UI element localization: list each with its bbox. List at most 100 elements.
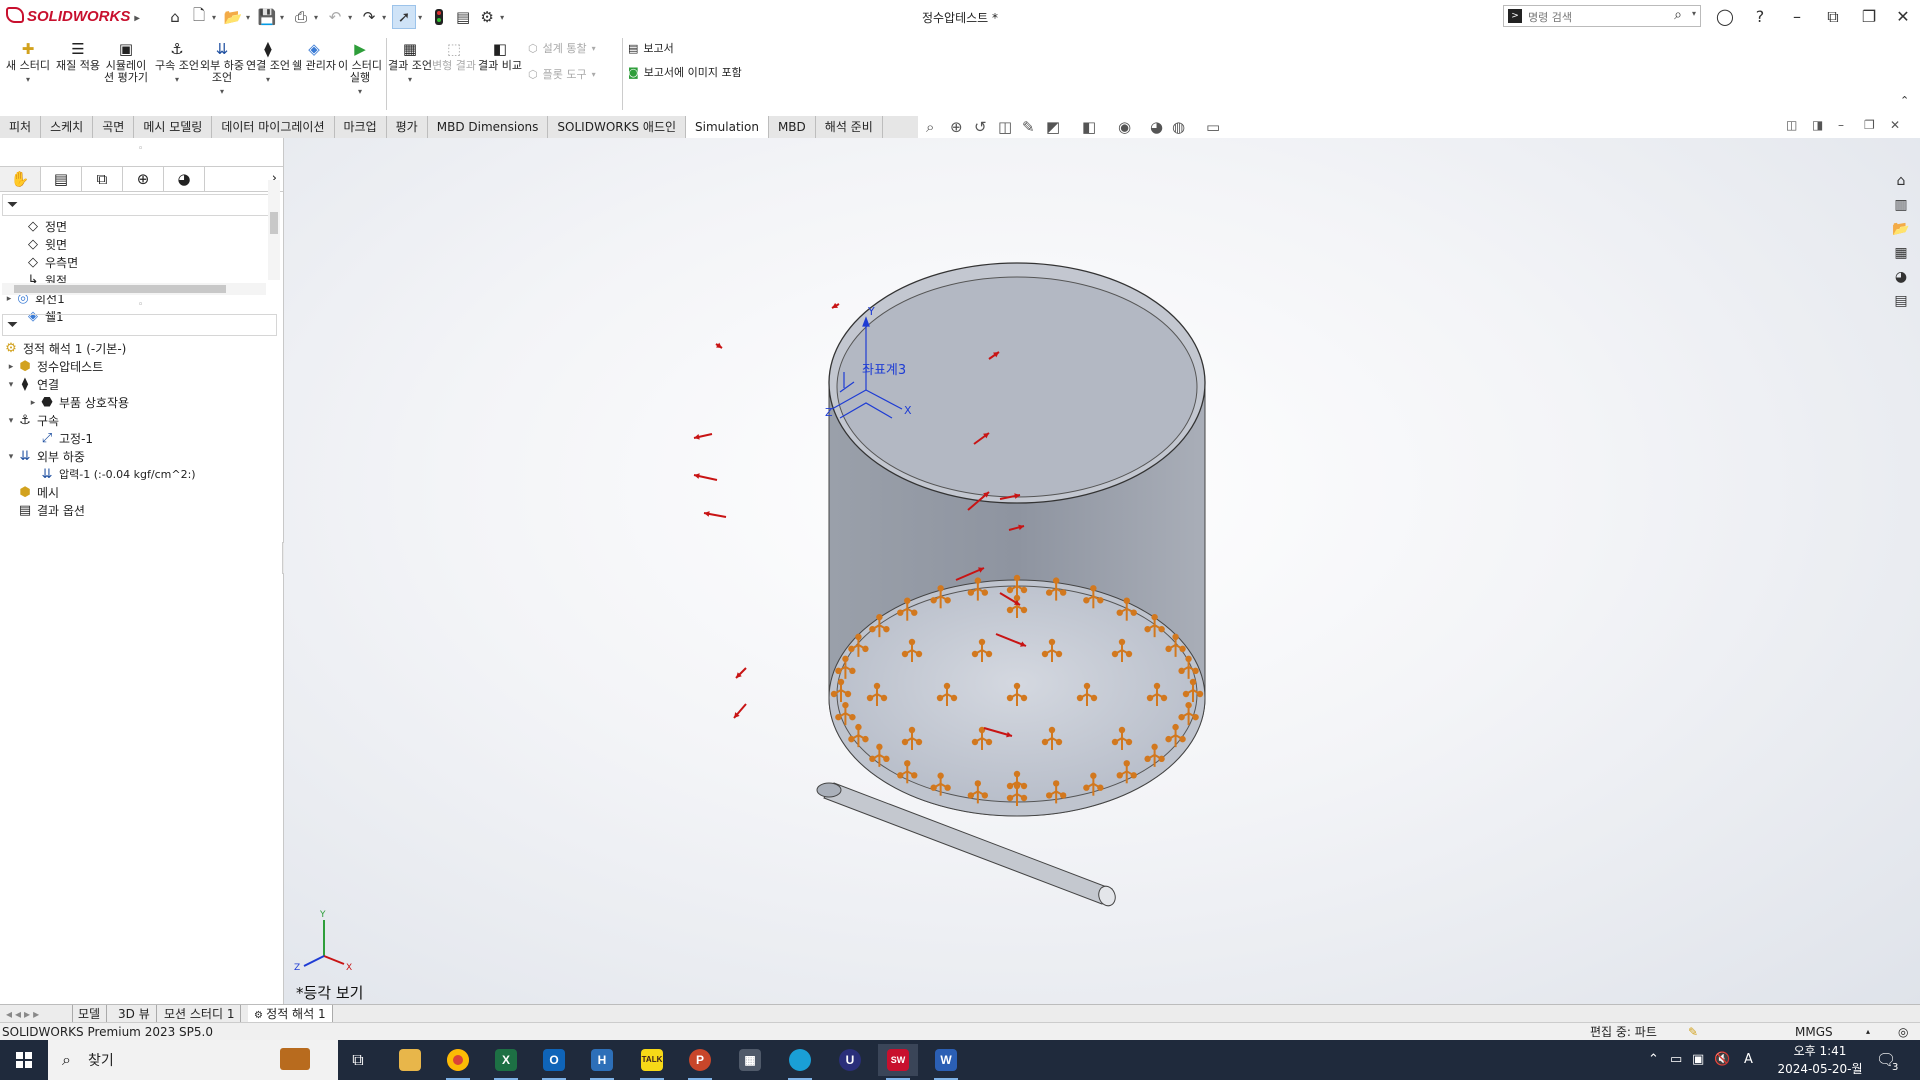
fixtures-advisor-button[interactable]: ⚓ 구속 조언 ▾	[155, 40, 199, 86]
tab-data-migration[interactable]: 데이터 마이그레이션	[212, 116, 335, 138]
feature-manager-tab-icon[interactable]: ✋	[0, 167, 41, 191]
tree-item-external-loads[interactable]: ▾ ⇊ 외부 하중	[6, 448, 85, 466]
chrome-taskbar-icon[interactable]	[438, 1044, 478, 1080]
tab-mbd[interactable]: MBD	[769, 116, 816, 138]
restore-document-icon[interactable]: ❐	[1864, 118, 1875, 132]
collapse-ribbon-icon[interactable]: ⌃	[1900, 94, 1909, 107]
tree-item-fixed-1[interactable]: ⤢ 고정-1	[38, 430, 93, 448]
chevron-down-icon[interactable]: ▾	[1692, 9, 1696, 18]
view-orientation-icon[interactable]: ◩	[1046, 118, 1060, 136]
collapse-arrow-icon[interactable]: ▾	[6, 412, 16, 430]
feature-tree-vertical-scrollbar[interactable]	[268, 180, 280, 280]
task-view-icon[interactable]: ⧉	[338, 1044, 378, 1076]
split-view-icon[interactable]: ◨	[1812, 118, 1823, 132]
search-icon[interactable]: ⌕	[1674, 7, 1682, 23]
word-taskbar-icon[interactable]: W	[926, 1044, 966, 1080]
filter-icon[interactable]: ⏷	[7, 197, 18, 213]
minimize-document-icon[interactable]: –	[1838, 118, 1844, 132]
simulation-evaluator-button[interactable]: ▣ 시뮬레이션 평가기	[104, 40, 148, 84]
tab-surfaces[interactable]: 곡면	[93, 116, 135, 138]
command-search-box[interactable]: > ⌕ ▾	[1503, 5, 1701, 27]
close-document-icon[interactable]: ✕	[1890, 118, 1900, 132]
tree-item-connections[interactable]: ▾ ⧫ 연결	[6, 376, 59, 394]
edge-taskbar-icon[interactable]	[780, 1044, 820, 1080]
shell-manager-button[interactable]: ◈ 쉘 관리자	[292, 40, 336, 72]
tree-item-top-plane[interactable]: ◇ 윗면	[14, 236, 67, 254]
edit-appearance-icon[interactable]: ◕	[1150, 118, 1163, 136]
display-manager-tab-icon[interactable]: ◕	[164, 167, 205, 191]
hide-show-items-icon[interactable]: ◉	[1118, 118, 1131, 136]
file-explorer-taskbar-icon[interactable]	[390, 1044, 430, 1076]
tree-item-static-study[interactable]: ⚙ 정적 해석 1 (-기본-)	[2, 340, 126, 358]
calculator-taskbar-icon[interactable]: ▦	[730, 1044, 770, 1076]
close-window-button[interactable]: ✕	[1888, 4, 1918, 30]
excel-taskbar-icon[interactable]: X	[486, 1044, 526, 1080]
tab-evaluate[interactable]: 평가	[387, 116, 428, 138]
tab-mesh-modeling[interactable]: 메시 모델링	[134, 116, 213, 138]
run-study-button[interactable]: ▶ 이 스터디 실행 ▾	[338, 40, 382, 98]
battery-icon[interactable]: ▭	[1670, 1040, 1682, 1080]
tank-opening[interactable]	[836, 276, 1198, 498]
tile-window-button[interactable]: ⧉	[1818, 4, 1848, 30]
tree-item-fixtures[interactable]: ▾ ⚓ 구속	[6, 412, 59, 430]
search-input[interactable]	[1526, 8, 1670, 26]
appearances-icon[interactable]: ◕	[1890, 266, 1912, 288]
solidworks-taskbar-icon[interactable]: SW	[878, 1044, 918, 1080]
start-button[interactable]	[0, 1040, 48, 1080]
system-clock[interactable]: 오후 1:41 2024-05-20-월	[1770, 1042, 1870, 1078]
tree-item-part[interactable]: ▸ ⬢ 정수압테스트	[6, 358, 104, 376]
chevron-up-icon[interactable]: ▴	[1866, 1023, 1870, 1041]
user-account-icon[interactable]: ◯	[1710, 4, 1740, 30]
feature-tree-filter[interactable]: ⏷	[2, 194, 277, 216]
view-palette-icon[interactable]: ▦	[1890, 242, 1912, 264]
volume-muted-icon[interactable]: 🔇	[1714, 1040, 1730, 1080]
tab-analysis-preparation[interactable]: 해석 준비	[816, 116, 883, 138]
new-study-button[interactable]: ✚ 새 스터디 ▾	[6, 40, 50, 86]
dimxpert-manager-tab-icon[interactable]: ⊕	[123, 167, 164, 191]
hwp-taskbar-icon[interactable]: H	[582, 1044, 622, 1080]
tab-motion-study-1[interactable]: 모션 스터디 1	[158, 1005, 242, 1023]
tab-scroll-arrows[interactable]: ◂◂▸▸	[0, 1005, 73, 1023]
tab-sketch[interactable]: 스케치	[41, 116, 94, 138]
collapse-arrow-icon[interactable]: ▾	[6, 376, 16, 394]
expand-arrow-icon[interactable]: ▸	[28, 394, 38, 412]
kakaotalk-taskbar-icon[interactable]: TALK	[632, 1044, 672, 1080]
property-manager-tab-icon[interactable]: ▤	[41, 167, 82, 191]
solidworks-resources-icon[interactable]: ⌂	[1890, 170, 1912, 192]
collapse-arrow-icon[interactable]: ▾	[6, 448, 16, 466]
tab-mbd-dimensions[interactable]: MBD Dimensions	[428, 116, 549, 138]
apply-material-button[interactable]: ☰ 재질 적용	[56, 40, 100, 72]
tab-static-study-1[interactable]: ⚙ 정적 해석 1	[248, 1005, 333, 1023]
expand-arrow-icon[interactable]: ▸	[6, 358, 16, 376]
powerpoint-taskbar-icon[interactable]: P	[680, 1044, 720, 1080]
rebuild-status-icon[interactable]: ✎	[1688, 1023, 1698, 1041]
connections-advisor-button[interactable]: ⧫ 연결 조언 ▾	[246, 40, 290, 86]
tab-3d-views[interactable]: 3D 뷰	[112, 1005, 157, 1023]
compare-results-button[interactable]: ◧ 결과 비교	[478, 40, 522, 72]
tree-item-pressure-1[interactable]: ⇊ 압력-1 (:-0.04 kgf/cm^2:)	[38, 466, 196, 484]
tab-model[interactable]: 모델	[72, 1005, 108, 1023]
notification-center-icon[interactable]: 🗨	[1876, 1040, 1896, 1080]
tree-item-result-options[interactable]: ▤ 결과 옵션	[16, 502, 85, 520]
help-icon[interactable]: ?	[1745, 4, 1775, 30]
dynamic-annotation-icon[interactable]: ✎	[1022, 118, 1035, 136]
tree-item-right-plane[interactable]: ◇ 우측면	[14, 254, 78, 272]
tab-features[interactable]: 피처	[0, 116, 42, 138]
design-insight-button[interactable]: ⬡ 설계 통찰 ▾	[528, 40, 596, 56]
taskbar-search-box[interactable]: ⌕ 찾기	[48, 1040, 338, 1080]
study-tree-filter[interactable]: ⏷	[2, 314, 277, 336]
design-library-icon[interactable]: ▥	[1890, 194, 1912, 216]
filter-icon[interactable]: ⏷	[7, 317, 18, 333]
minimize-window-button[interactable]: –	[1782, 4, 1812, 30]
deformed-result-button[interactable]: ⬚ 변형 결과	[432, 40, 476, 72]
tab-simulation[interactable]: Simulation	[686, 116, 769, 139]
tab-solidworks-addins[interactable]: SOLIDWORKS 애드인	[548, 116, 687, 138]
restore-window-button[interactable]: ❐	[1854, 4, 1884, 30]
unit-system-selector[interactable]: MMGS	[1795, 1023, 1833, 1041]
results-advisor-button[interactable]: ▦ 결과 조언 ▾	[388, 40, 432, 86]
tile-view-icon[interactable]: ◫	[1786, 118, 1797, 132]
network-icon[interactable]: ▣	[1692, 1040, 1704, 1080]
external-loads-advisor-button[interactable]: ⇊ 외부 하중 조언 ▾	[200, 40, 244, 98]
configuration-manager-tab-icon[interactable]: ⧉	[82, 167, 123, 191]
input-method-indicator[interactable]: A	[1744, 1040, 1753, 1080]
